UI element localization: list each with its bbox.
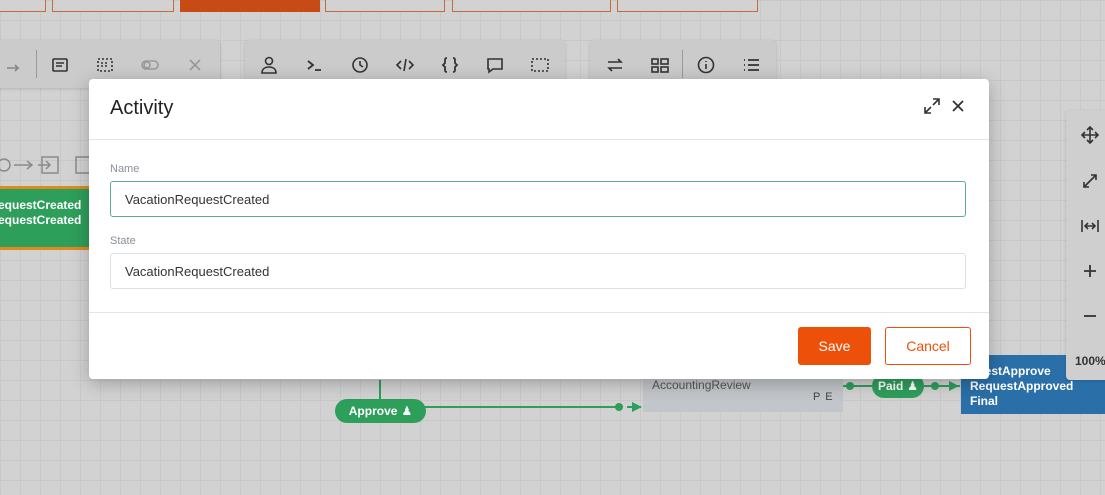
activity-dialog: Activity Name State Save Cancel [89, 79, 989, 379]
user-icon: ♟ [401, 404, 413, 418]
form-icon[interactable] [49, 54, 71, 76]
canvas-node-accounting[interactable]: AccountingReview P E [643, 375, 843, 412]
accounting-badge: P E [813, 391, 834, 403]
toggle-icon[interactable] [139, 54, 161, 76]
canvas-node-created[interactable]: equestCreated equestCreated [0, 186, 93, 250]
dialog-footer: Save Cancel [89, 312, 989, 380]
list-icon[interactable] [740, 54, 762, 76]
top-tab-5[interactable] [452, 0, 611, 12]
fit-icon[interactable] [1080, 171, 1100, 191]
node-line-2: equestCreated [0, 213, 82, 227]
top-tab-6[interactable] [617, 0, 758, 12]
node-line-1: equestCreated [0, 198, 82, 212]
node-line-3: Final [970, 394, 999, 408]
zoom-out-icon[interactable] [1080, 306, 1100, 326]
layout-icon[interactable] [649, 54, 671, 76]
cancel-button[interactable]: Cancel [885, 327, 971, 365]
name-input[interactable] [110, 181, 966, 217]
state-input[interactable] [110, 253, 966, 289]
redo-icon[interactable] [3, 54, 25, 76]
terminal-icon[interactable] [303, 54, 325, 76]
move-icon[interactable] [1080, 125, 1100, 145]
approve-label: Approve [348, 404, 398, 418]
info-icon[interactable] [695, 54, 717, 76]
top-tab-4[interactable] [325, 0, 445, 12]
dialog-header: Activity [89, 79, 989, 140]
top-tab-2[interactable] [52, 0, 174, 12]
node-line-2: RequestApproved [970, 379, 1074, 393]
fit-width-icon[interactable] [1080, 216, 1100, 236]
zoom-in-icon[interactable] [1080, 261, 1100, 281]
swap-icon[interactable] [604, 54, 626, 76]
top-tab-active[interactable] [180, 0, 320, 12]
paid-label: Paid [877, 379, 904, 393]
state-label: State [110, 235, 136, 247]
close-icon[interactable] [184, 54, 206, 76]
maximize-icon[interactable] [923, 97, 941, 115]
clock-icon[interactable] [349, 54, 371, 76]
top-tab-1[interactable] [0, 0, 46, 12]
dialog-title: Activity [110, 97, 174, 119]
selection-icon[interactable] [529, 54, 551, 76]
transition-approve[interactable]: Approve ♟ [335, 399, 426, 423]
zoom-level: 100% [1075, 354, 1105, 368]
close-icon[interactable] [949, 97, 967, 115]
comment-icon[interactable] [484, 54, 506, 76]
braces-icon[interactable] [439, 54, 461, 76]
node-toolbar [0, 153, 94, 177]
save-button[interactable]: Save [798, 327, 871, 365]
user-icon[interactable] [258, 54, 280, 76]
accounting-name: AccountingReview [652, 378, 751, 392]
dashed-form-icon[interactable] [94, 54, 116, 76]
user-icon: ♟ [907, 379, 919, 393]
name-label: Name [110, 163, 140, 175]
code-icon[interactable] [394, 54, 416, 76]
zoom-toolbar: 100% [1066, 110, 1105, 380]
